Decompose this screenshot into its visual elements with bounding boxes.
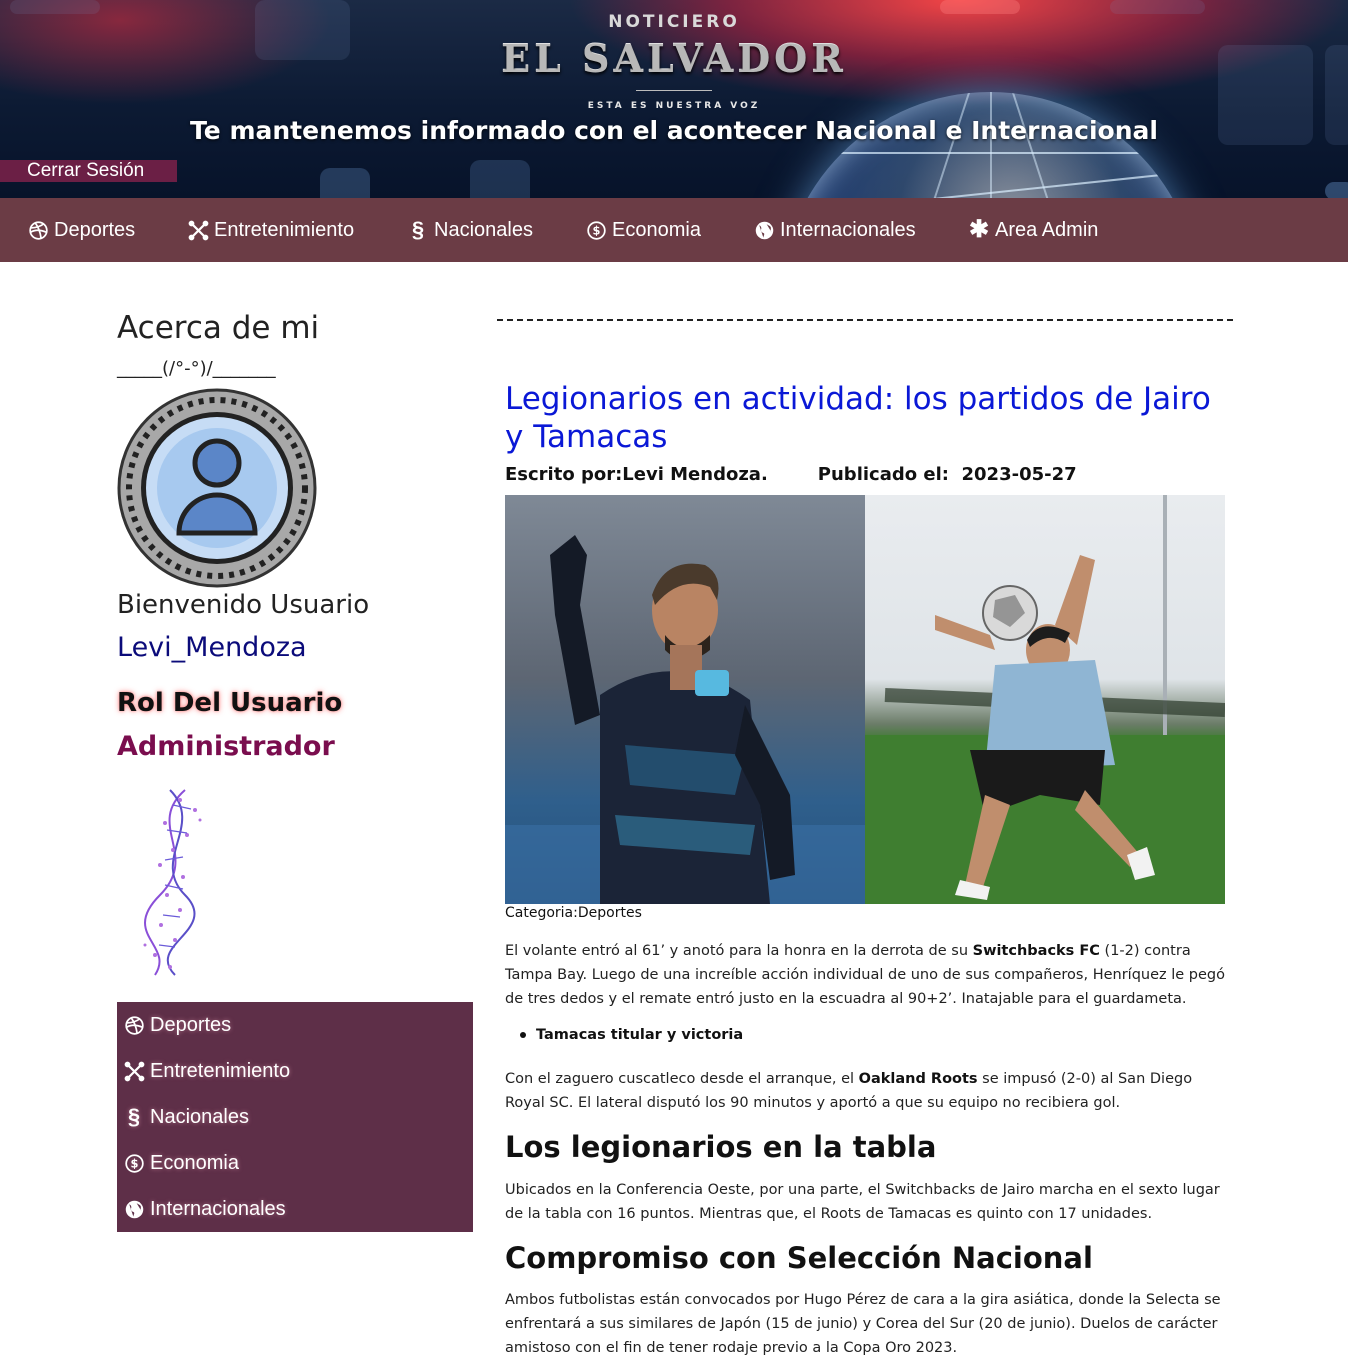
author-label: Escrito por: [505,464,623,485]
dashed-divider [497,319,1233,321]
bullet-icon [520,1032,526,1038]
dna-decoration [125,785,215,980]
text-run: Con el zaguero cuscatleco desde el arran… [505,1071,859,1087]
article-paragraph: El volante entró al 61’ y anotó para la … [505,939,1225,1011]
sidebar-item-label: Economia [150,1151,239,1174]
globe-icon [123,1198,145,1220]
sidebar-item-label: Internacionales [150,1197,286,1220]
article-paragraph: Con el zaguero cuscatleco desde el arran… [505,1067,1225,1115]
nav-item-label: Deportes [54,219,136,241]
nav-item-label: Economia [612,219,701,241]
nav-item-nacionales[interactable]: § Nacionales [407,198,533,262]
user-avatar-icon [117,388,317,588]
top-navigation: Deportes Entretenimiento § Nacionales $ … [0,198,1348,262]
article-meta: Escrito por:Levi Mendoza. Publicado el: 2… [505,464,1077,485]
brand-tagline: ESTA ES NUESTRA VOZ [587,101,761,111]
nav-item-label: Area Admin [995,219,1099,241]
sidebar-navigation: Deportes Entretenimiento § Nacionales $ … [117,1002,473,1232]
coin-icon: $ [585,219,607,241]
sidebar-item-label: Nacionales [150,1105,249,1128]
about-title: Acerca de mi [117,310,320,346]
published-label: Publicado el: [817,464,949,485]
list-item-text: Tamacas titular y victoria [536,1027,744,1043]
nav-item-economia[interactable]: $ Economia [585,198,701,262]
article-photo [505,495,1225,904]
dribbble-icon [27,219,49,241]
header-decor [320,168,370,198]
nav-item-label: Entretenimiento [214,219,355,241]
asterisk-icon: ✱ [968,216,990,243]
sidebar-item-label: Entretenimiento [150,1059,291,1082]
joomla-icon [123,1060,145,1082]
nav-item-area-admin[interactable]: ✱ Area Admin [968,198,1098,262]
team-name: Switchbacks FC [972,943,1100,959]
sidebar-item-label: Deportes [150,1013,232,1036]
kaomoji-divider: _____(/°-°)/_______ [117,358,276,379]
article-paragraph: Ambos futbolistas están convocados por H… [505,1292,1221,1356]
section-heading: Compromiso con Selección Nacional [505,1241,1093,1275]
header-decor [1325,182,1348,198]
nav-item-internacionales[interactable]: Internacionales [753,198,916,262]
category-value: Deportes [577,905,642,921]
svg-text:$: $ [592,223,600,237]
sidebar-item-internacionales[interactable]: Internacionales [123,1195,286,1223]
globe-icon [753,219,775,241]
author-name: Levi Mendoza. [622,464,768,485]
nav-item-label: Nacionales [434,219,533,241]
article-paragraph: Ubicados en la Conferencia Oeste, por un… [505,1182,1220,1222]
sidebar-item-nacionales[interactable]: § Nacionales [123,1103,249,1131]
welcome-text: Bienvenido Usuario [117,590,370,620]
brand-divider [636,90,712,91]
logout-button[interactable]: Cerrar Sesión [0,160,177,182]
coin-icon: $ [123,1152,145,1174]
section-icon: § [411,217,425,242]
list-item: Tamacas titular y victoria [520,1027,743,1043]
section-icon: § [127,1104,141,1129]
text-run: El volante entró al 61’ y anotó para la … [505,943,973,959]
dribbble-icon [123,1014,145,1036]
joomla-icon [187,219,209,241]
svg-text:$: $ [130,1156,138,1170]
article-category: Categoria:Deportes [505,905,642,921]
sidebar-item-entretenimiento[interactable]: Entretenimiento [123,1057,290,1085]
header-slogan: Te mantenemos informado con el acontecer… [190,116,1158,145]
sidebar-item-economia[interactable]: $ Economia [123,1149,239,1177]
section-heading: Los legionarios en la tabla [505,1130,937,1164]
brand-logo-title: EL SALVADOR [501,36,847,81]
category-label: Categoria: [505,905,578,921]
header-decor [470,160,530,198]
team-name: Oakland Roots [858,1071,978,1087]
published-date: 2023-05-27 [961,464,1077,485]
nav-item-deportes[interactable]: Deportes [27,198,135,262]
role-value: Administrador [117,731,335,762]
photo-right-player [865,495,1225,904]
nav-item-label: Internacionales [780,219,916,241]
photo-left-player [505,495,865,904]
sidebar-item-deportes[interactable]: Deportes [123,1011,231,1039]
brand-label-small: NOTICIERO [608,12,740,32]
article-title-link[interactable]: Legionarios en actividad: los partidos d… [505,380,1225,456]
username: Levi_Mendoza [117,632,307,663]
site-header: NOTICIERO EL SALVADOR ESTA ES NUESTRA VO… [0,0,1348,198]
nav-item-entretenimiento[interactable]: Entretenimiento [187,198,354,262]
role-label: Rol Del Usuario [117,688,343,718]
